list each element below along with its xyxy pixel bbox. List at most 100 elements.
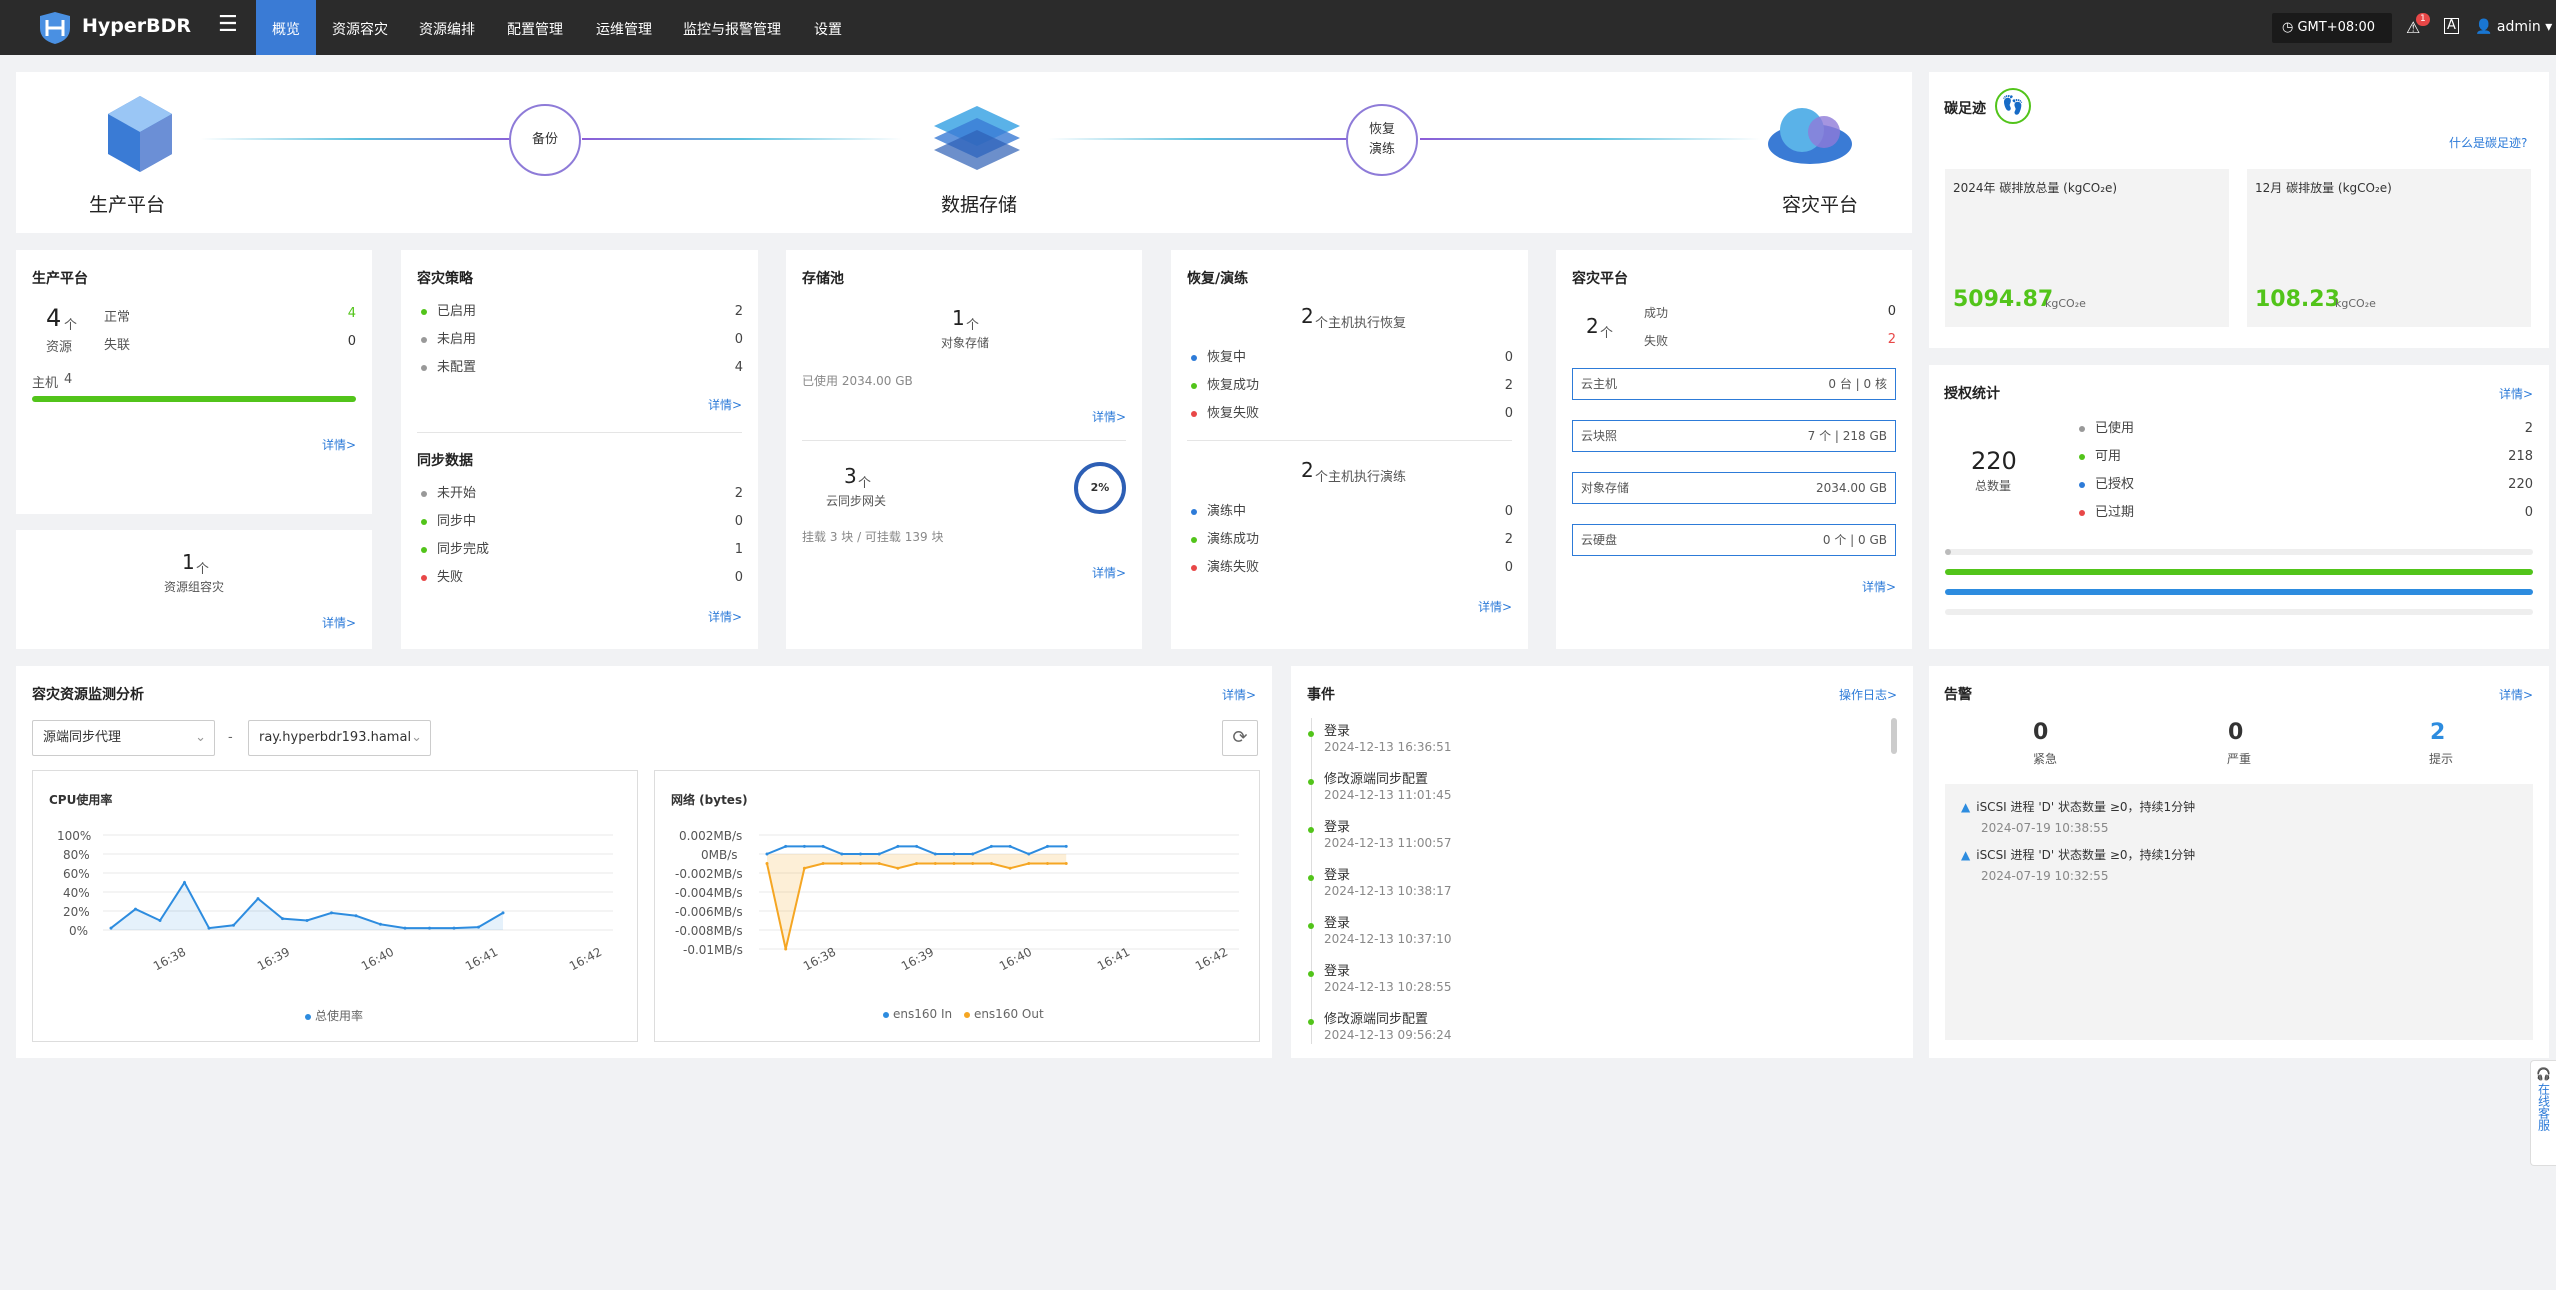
timezone-badge[interactable]: ◷ GMT+08:00: [2272, 13, 2392, 43]
agent-type-select[interactable]: 源端同步代理 ⌄: [32, 720, 215, 756]
alert-count-badge: 1: [2416, 13, 2430, 26]
event-name: 登录: [1324, 724, 1351, 739]
nav-item-settings[interactable]: 设置: [814, 19, 842, 39]
alert-text: iSCSI 进程 'D' 状态数量 ≥0，持续1分钟: [1976, 848, 2196, 862]
dr-cloud-icon: [1768, 108, 1852, 164]
net-data-point: [802, 844, 806, 848]
brand-name: HyperBDR: [82, 15, 192, 37]
sync-label: 未开始: [437, 486, 477, 501]
cpu-data-point: [428, 926, 431, 930]
net-data-point: [765, 862, 769, 865]
group-card: 1 个 资源组容灾 详情>: [16, 530, 372, 649]
alert-list: ▲ iSCSI 进程 'D' 状态数量 ≥0，持续1分钟 2024-07-19 10…: [1945, 784, 2533, 1040]
drp-count-unit: 个: [1600, 326, 1614, 341]
alerts-detail-link[interactable]: 详情>: [2499, 686, 2533, 703]
nav-item-config[interactable]: 配置管理: [507, 19, 563, 39]
cpu-legend-label: 总使用率: [315, 1009, 364, 1023]
pool-detail-link[interactable]: 详情>: [1092, 408, 1126, 425]
event-time: 2024-12-13 09:56:24: [1324, 1028, 1452, 1042]
carbon-month-label: 12月 碳排放量 (kgCO₂e): [2255, 181, 2392, 195]
net-data-point: [989, 862, 993, 865]
monitor-card: 容灾资源监测分析 详情> 源端同步代理 ⌄ - ray.hyperbdr193.h…: [16, 666, 1272, 1058]
policy-row: 未配置 4: [421, 358, 743, 378]
drill-value: 0: [1504, 560, 1513, 575]
net-data-point: [877, 852, 881, 856]
drp-cloud-host-row: 云主机 0 台 | 0 核: [1572, 368, 1896, 400]
operation-log-link[interactable]: 操作日志>: [1839, 686, 1897, 703]
prod-detail-link[interactable]: 详情>: [322, 436, 356, 453]
alert-item[interactable]: ▲ iSCSI 进程 'D' 状态数量 ≥0，持续1分钟 2024-07-19 10…: [1961, 798, 2195, 835]
drill-value: 2: [1504, 532, 1513, 547]
drp-object-row: 对象存储 2034.00 GB: [1572, 472, 1896, 504]
alert-item[interactable]: ▲ iSCSI 进程 'D' 状态数量 ≥0，持续1分钟 2024-07-19 10…: [1961, 846, 2195, 883]
cpu-legend: 总使用率: [305, 1007, 363, 1024]
recover-row: 恢复成功 2: [1191, 376, 1513, 396]
timezone-text: GMT+08:00: [2297, 20, 2376, 35]
sync-value: 2: [734, 486, 743, 501]
sync-value: 0: [734, 514, 743, 529]
recover-label: 恢复成功: [1207, 378, 1260, 393]
nav-item-dr[interactable]: 资源容灾: [332, 19, 388, 39]
nav-item-overview[interactable]: 概览: [272, 19, 300, 39]
refresh-icon[interactable]: ⟳: [1222, 720, 1258, 756]
cpu-data-point: [403, 926, 407, 930]
menu-toggle-icon[interactable]: ☰: [218, 12, 238, 37]
group-detail-link[interactable]: 详情>: [322, 614, 356, 631]
monitor-detail-link[interactable]: 详情>: [1222, 686, 1256, 703]
group-label: 资源组容灾: [164, 580, 225, 594]
cpu-data-point: [256, 897, 260, 901]
divider: [802, 440, 1126, 441]
sync-row: 同步完成 1: [421, 540, 743, 560]
urgent-label: 紧急: [2033, 752, 2058, 766]
status-dot: [1191, 382, 1197, 389]
gateway-detail-link[interactable]: 详情>: [1092, 564, 1126, 581]
net-data-point: [802, 866, 806, 870]
events-scrollbar[interactable]: [1891, 718, 1897, 754]
drp-detail-link[interactable]: 详情>: [1862, 578, 1896, 595]
event-name: 登录: [1324, 916, 1351, 931]
sync-detail-link[interactable]: 详情>: [708, 608, 742, 625]
nav-item-orchestration[interactable]: 资源编排: [419, 19, 475, 39]
gateway-usage-ring: 2%: [1074, 462, 1126, 514]
license-detail-link[interactable]: 详情>: [2499, 385, 2533, 402]
event-name: 登录: [1324, 820, 1351, 835]
policy-detail-link[interactable]: 详情>: [708, 396, 742, 413]
drill-count-label: 个主机执行演练: [1315, 470, 1407, 485]
user-name: admin: [2496, 19, 2541, 35]
net-data-point: [784, 947, 788, 951]
net-legend: ens160 In ens160 Out: [883, 1007, 1044, 1021]
prod-title: 生产平台: [32, 271, 88, 287]
user-menu[interactable]: 👤 admin ▾: [2475, 19, 2552, 35]
drp-title: 容灾平台: [1572, 271, 1628, 287]
net-y-tick: 0MB/s: [701, 848, 738, 862]
cpu-data-point: [354, 914, 358, 918]
policy-card: 容灾策略 已启用 2 未启用 0 未配置 4 详情> 同步数据 未开始 2 同步中 0 同…: [401, 250, 758, 649]
license-expired-bar: [1945, 609, 2533, 615]
online-service-button[interactable]: 🎧 在线客服: [2530, 1060, 2556, 1166]
status-dot: [421, 308, 427, 315]
flow-dr-label: 容灾平台: [1782, 194, 1859, 216]
event-time: 2024-12-13 16:36:51: [1324, 740, 1452, 754]
host-select[interactable]: ray.hyperbdr193.hamal. ⌄: [248, 720, 431, 756]
drp-ok-value: 0: [1887, 304, 1896, 319]
carbon-what-link[interactable]: 什么是碳足迹?: [2449, 134, 2527, 151]
cpu-y-tick: 100%: [57, 829, 92, 843]
net-data-point: [933, 862, 937, 865]
sync-label: 失败: [437, 570, 464, 585]
net-out-series-line: [766, 862, 1067, 950]
drp-row-label: 云块照: [1581, 429, 1618, 443]
drill-label: 演练成功: [1207, 532, 1260, 547]
divider: [417, 432, 742, 433]
nav-item-ops[interactable]: 运维管理: [596, 19, 652, 39]
nav-item-monitor[interactable]: 监控与报警管理: [683, 19, 781, 39]
status-dot: [1191, 536, 1197, 543]
net-y-tick: -0.01MB/s: [683, 943, 743, 957]
event-name: 登录: [1324, 868, 1351, 883]
alert-text: iSCSI 进程 'D' 状态数量 ≥0，持续1分钟: [1976, 800, 2196, 814]
policy-value: 0: [734, 332, 743, 347]
recover-detail-link[interactable]: 详情>: [1478, 598, 1512, 615]
top-bar: HyperBDR ☰ 概览 资源容灾 资源编排 配置管理 运维管理 监控与报警管…: [0, 0, 2556, 55]
language-icon[interactable]: A: [2444, 18, 2459, 34]
sync-row: 未开始 2: [421, 484, 743, 504]
flow-restore-node: 恢复 演练: [1346, 104, 1418, 176]
